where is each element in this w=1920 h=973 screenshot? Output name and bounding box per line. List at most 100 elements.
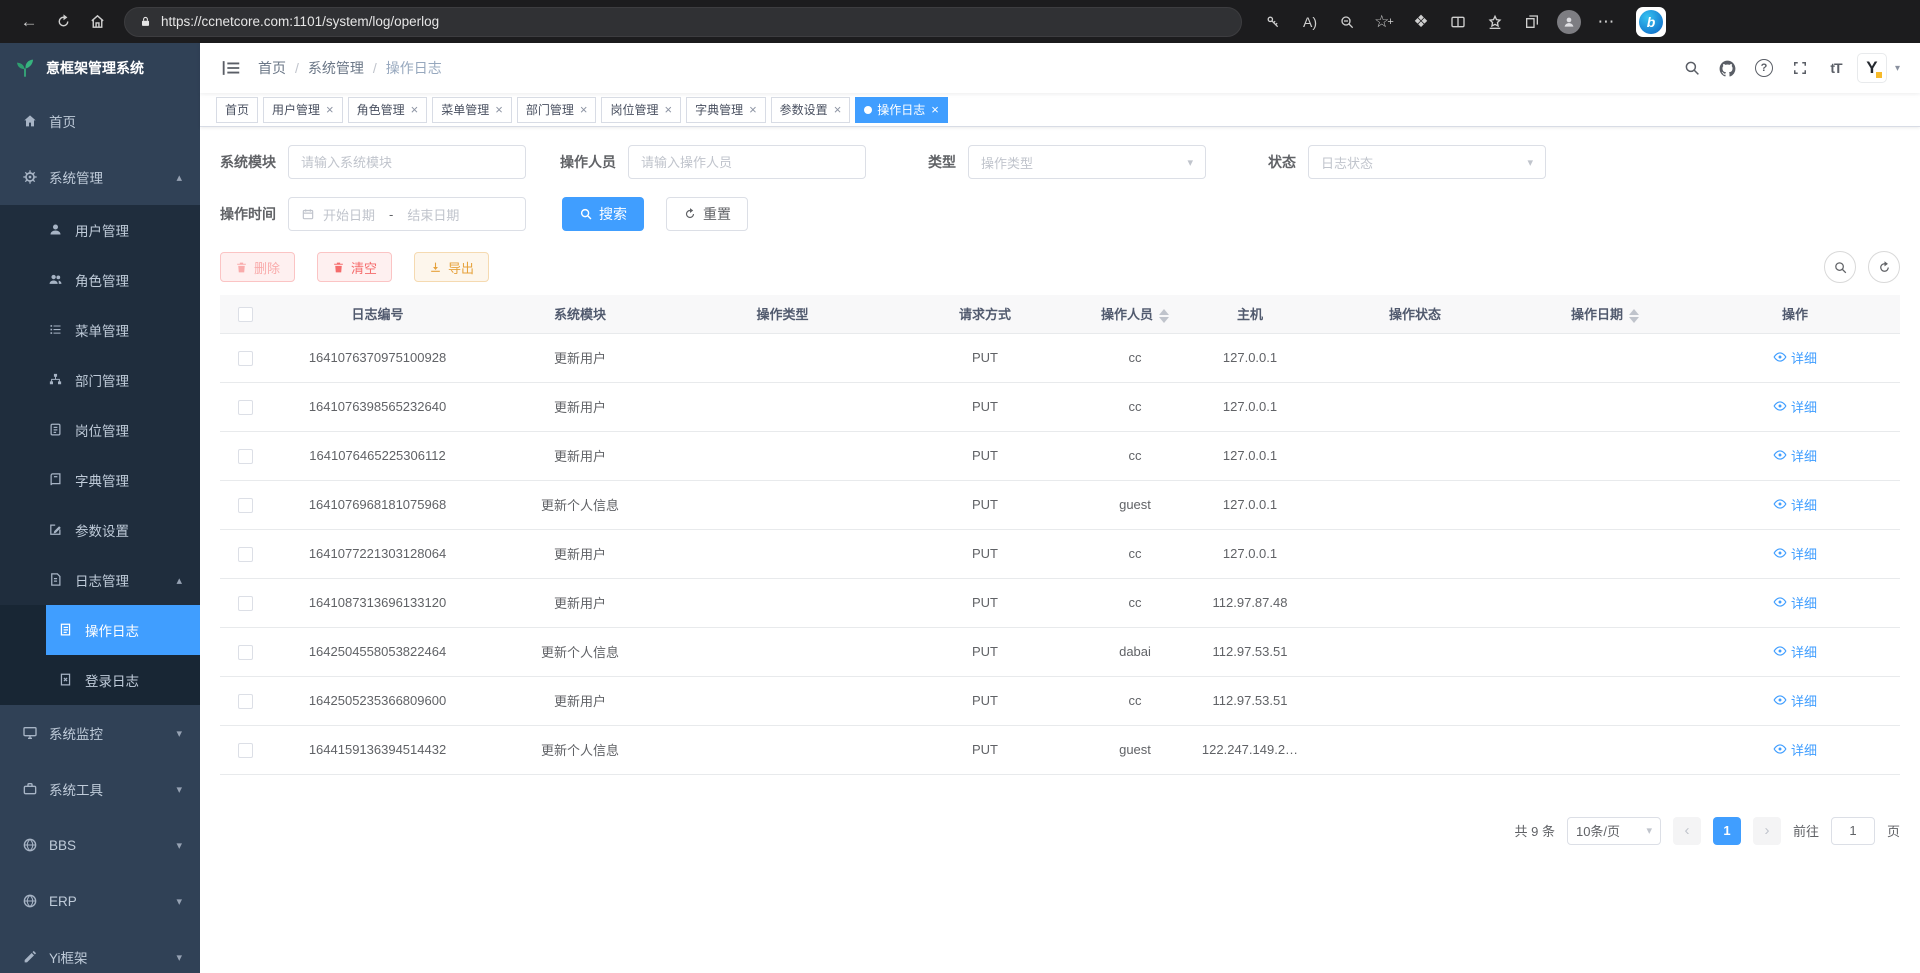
tab-post-mgmt[interactable]: 岗位管理× [601,97,681,123]
clear-button[interactable]: 清空 [317,252,392,282]
close-icon[interactable]: × [749,102,757,117]
close-icon[interactable]: × [664,102,672,117]
search-icon[interactable] [1677,53,1707,83]
detail-link[interactable]: 详细 [1773,348,1817,367]
breadcrumb-system-mgmt[interactable]: 系统管理 [308,58,364,78]
row-checkbox[interactable] [238,449,253,464]
bing-discover-icon[interactable]: b [1636,7,1666,37]
sidebar-item-home[interactable]: 首页 [0,93,200,149]
tab-dept-mgmt[interactable]: 部门管理× [517,97,597,123]
chevron-down-icon[interactable]: ▾ [1895,63,1900,74]
detail-link[interactable]: 详细 [1773,642,1817,661]
breadcrumb-home[interactable]: 首页 [258,58,286,78]
sidebar-toggle-icon[interactable] [220,57,242,79]
sidebar-item-role-mgmt[interactable]: 角色管理 [0,255,200,305]
sidebar-item-system-tools[interactable]: 系统工具 ▾ [0,761,200,817]
back-icon[interactable]: ← [12,7,46,37]
tab-menu-mgmt[interactable]: 菜单管理× [432,97,512,123]
detail-link[interactable]: 详细 [1773,495,1817,514]
row-checkbox[interactable] [238,498,253,513]
zoom-out-icon[interactable] [1330,7,1364,37]
operator-input[interactable] [628,145,866,179]
sidebar-item-param-settings[interactable]: 参数设置 [0,505,200,555]
current-page-button[interactable]: 1 [1713,817,1741,845]
toggle-search-button[interactable] [1824,251,1856,283]
select-all-checkbox[interactable] [238,307,253,322]
sidebar-item-erp[interactable]: ERP ▾ [0,873,200,929]
row-checkbox[interactable] [238,400,253,415]
detail-link[interactable]: 详细 [1773,691,1817,710]
date-range-picker[interactable]: 开始日期 - 结束日期 [288,197,526,231]
export-button[interactable]: 导出 [414,252,489,282]
close-icon[interactable]: × [411,102,419,117]
tab-home[interactable]: 首页 [216,97,258,123]
cell-type [675,382,890,431]
table-row: 1644159136394514432 更新个人信息 PUT guest 122… [220,725,1900,774]
module-input[interactable] [288,145,526,179]
sidebar-item-log-mgmt[interactable]: 日志管理 ▴ [0,555,200,605]
sidebar-item-dept-mgmt[interactable]: 部门管理 [0,355,200,405]
row-checkbox[interactable] [238,351,253,366]
row-checkbox[interactable] [238,694,253,709]
row-checkbox[interactable] [238,645,253,660]
tab-user-mgmt[interactable]: 用户管理× [263,97,343,123]
sidebar-item-login-log[interactable]: 登录日志 [0,655,200,705]
browser-home-icon[interactable] [80,7,114,37]
row-checkbox[interactable] [238,596,253,611]
detail-link[interactable]: 详细 [1773,593,1817,612]
more-options-icon[interactable]: ⋯ [1589,7,1623,37]
tab-dict-mgmt[interactable]: 字典管理× [686,97,766,123]
row-checkbox[interactable] [238,743,253,758]
help-icon[interactable]: ? [1749,53,1779,83]
detail-link[interactable]: 详细 [1773,397,1817,416]
goto-page-input[interactable] [1831,817,1875,845]
sidebar-item-menu-mgmt[interactable]: 菜单管理 [0,305,200,355]
prev-page-button[interactable]: ‹ [1673,817,1701,845]
type-select[interactable]: 操作类型 ▾ [968,145,1206,179]
sidebar-item-user-mgmt[interactable]: 用户管理 [0,205,200,255]
delete-button[interactable]: 删除 [220,252,295,282]
detail-link[interactable]: 详细 [1773,544,1817,563]
sidebar-item-dict-mgmt[interactable]: 字典管理 [0,455,200,505]
detail-link[interactable]: 详细 [1773,446,1817,465]
close-icon[interactable]: × [580,102,588,117]
favorites-hub-icon[interactable] [1478,7,1512,37]
sidebar-item-yi-framework[interactable]: Yi框架 ▾ [0,929,200,973]
search-button[interactable]: 搜索 [562,197,644,231]
user-avatar[interactable]: Y [1857,53,1887,83]
read-aloud-icon[interactable]: A) [1293,7,1327,37]
status-select[interactable]: 日志状态 ▾ [1308,145,1546,179]
address-bar[interactable]: https://ccnetcore.com:1101/system/log/op… [124,7,1242,37]
close-icon[interactable]: × [931,102,939,117]
sidebar-item-post-mgmt[interactable]: 岗位管理 [0,405,200,455]
app-logo[interactable]: 意框架管理系统 [0,43,200,93]
sidebar-item-operation-log[interactable]: 操作日志 [0,605,200,655]
collections-icon[interactable] [1515,7,1549,37]
tab-param-settings[interactable]: 参数设置× [771,97,851,123]
close-icon[interactable]: × [326,102,334,117]
page-size-select[interactable]: 10条/页 ▾ [1567,817,1661,845]
sidebar-item-bbs[interactable]: BBS ▾ [0,817,200,873]
font-size-icon[interactable]: tT [1821,53,1851,83]
tab-operation-log[interactable]: 操作日志× [855,97,948,123]
sidebar-item-system-monitor[interactable]: 系统监控 ▾ [0,705,200,761]
close-icon[interactable]: × [834,102,842,117]
github-icon[interactable] [1713,53,1743,83]
add-favorite-icon[interactable]: ☆+ [1367,7,1401,37]
profile-avatar-icon[interactable] [1552,7,1586,37]
refresh-table-button[interactable] [1868,251,1900,283]
sidebar-item-system-mgmt[interactable]: 系统管理 ▴ [0,149,200,205]
sort-icons[interactable] [1159,309,1169,323]
next-page-button[interactable]: › [1753,817,1781,845]
extensions-icon[interactable]: ❖ [1404,7,1438,37]
split-screen-icon[interactable] [1441,7,1475,37]
refresh-page-icon[interactable] [46,7,80,37]
sort-icons[interactable] [1629,309,1639,323]
fullscreen-icon[interactable] [1785,53,1815,83]
detail-link[interactable]: 详细 [1773,740,1817,759]
reset-button[interactable]: 重置 [666,197,748,231]
row-checkbox[interactable] [238,547,253,562]
tab-role-mgmt[interactable]: 角色管理× [348,97,428,123]
password-key-icon[interactable] [1256,7,1290,37]
close-icon[interactable]: × [495,102,503,117]
